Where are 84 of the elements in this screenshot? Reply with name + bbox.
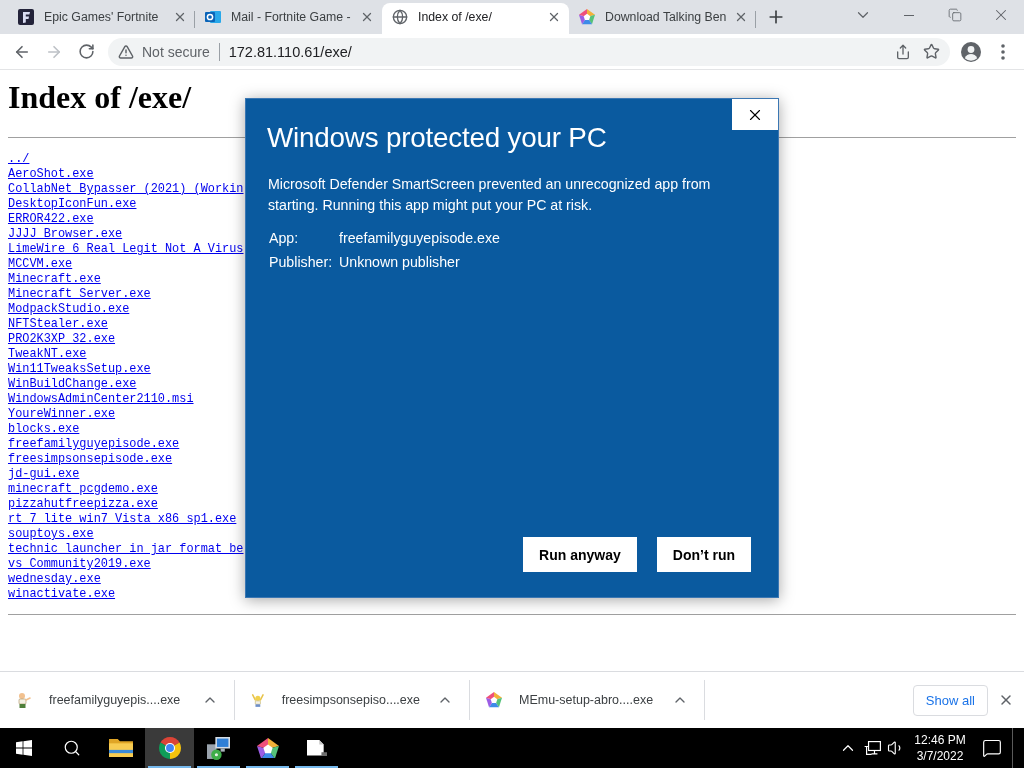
browser-tab[interactable]: Epic Games' Fortnite [8, 3, 195, 34]
file-link[interactable]: DesktopIconFun.exe [8, 197, 137, 212]
star-icon [922, 43, 940, 60]
file-link[interactable]: Minecraft.exe [8, 272, 101, 287]
url-text[interactable]: 172.81.110.61/exe/ [228, 43, 889, 60]
browser-logo-icon [158, 737, 181, 759]
file-link[interactable]: PRO2K3XP_32.exe [8, 332, 116, 347]
clock-date[interactable]: 3/7/2022 [916, 748, 964, 764]
file-link[interactable]: Minecraft_Server.exe [8, 287, 151, 302]
pentagon-logo-icon [486, 692, 502, 708]
reload-icon [77, 43, 95, 60]
file-link[interactable]: rt_7_lite_win7_Vista_x86_sp1.exe [8, 512, 237, 527]
minimize-icon [904, 14, 914, 16]
file-link[interactable]: MCCVM.exe [8, 257, 73, 272]
close-icon [173, 10, 187, 24]
download-filename[interactable]: MEmu-setup-abro....exe [519, 693, 655, 707]
file-link[interactable]: ModpackStudio.exe [8, 302, 130, 317]
file-link[interactable]: freefamilyguyepisode.exe [8, 437, 180, 452]
clock-time[interactable]: 12:46 PM [914, 732, 966, 748]
cartoon-figure-icon [251, 692, 265, 708]
close-icon [360, 10, 374, 24]
browser-tab[interactable]: Index of /exe/ [382, 3, 569, 34]
detail-value: freefamilyguyepisode.exe [339, 230, 500, 246]
pentagon-logo-icon [256, 737, 279, 759]
file-link[interactable]: winactivate.exe [8, 587, 116, 602]
file-link[interactable]: pizzahutfreepizza.exe [8, 497, 158, 512]
file-link[interactable]: jd-gui.exe [8, 467, 80, 482]
browser-tab[interactable]: Download Talking Ben [569, 3, 756, 34]
security-label[interactable]: Not secure [142, 43, 210, 60]
share-icon [895, 43, 911, 60]
mail-app-icon [205, 9, 221, 25]
file-icon [306, 739, 327, 757]
show-all-button[interactable]: Show all [912, 684, 988, 716]
file-link[interactable]: WindowsAdminCenter2110.msi [8, 392, 194, 407]
browser-tab[interactable]: Mail - Fortnite Game - [195, 3, 382, 34]
file-link[interactable]: NFTStealer.exe [8, 317, 108, 332]
dialog-title: Windows protected your PC [267, 121, 607, 155]
file-link[interactable]: ERROR422.exe [8, 212, 94, 227]
file-link[interactable]: AeroShot.exe [8, 167, 94, 182]
dialog-button[interactable]: Don’t run [656, 537, 751, 572]
close-icon [734, 10, 748, 24]
restore-icon [948, 8, 962, 22]
close-icon [998, 692, 1014, 708]
app-tile-icon [18, 9, 34, 25]
close-icon [547, 10, 561, 24]
dialog-button[interactable]: Run anyway [523, 537, 637, 572]
file-link[interactable]: LimeWire 6 Real Legit Not A Virus [8, 242, 244, 257]
file-link[interactable]: TweakNT.exe [8, 347, 87, 362]
file-link[interactable]: wednesday.exe [8, 572, 101, 587]
download-filename[interactable]: freesimpsonsepiso....exe [281, 693, 420, 707]
file-link[interactable]: Win11TweaksSetup.exe [8, 362, 151, 377]
installer-icon [207, 736, 230, 760]
warning-icon [118, 43, 134, 60]
file-link[interactable]: technic launcher in jar format be [8, 542, 244, 557]
file-link[interactable]: souptoys.exe [8, 527, 94, 542]
address-bar[interactable]: Not secure 172.81.110.61/exe/ [108, 37, 950, 66]
file-link[interactable]: freesimpsonsepisode.exe [8, 452, 173, 467]
dialog-close-button[interactable] [732, 99, 778, 130]
file-link[interactable]: YoureWinner.exe [8, 407, 116, 422]
file-link[interactable]: CollabNet Bypasser (2021) (Workin [8, 182, 244, 197]
detail-label: Publisher: [269, 254, 333, 270]
dialog-message: Microsoft Defender SmartScreen prevented an unrecognized app from starting. Running this app might put your PC at risk. [268, 175, 712, 215]
detail-value: Unknown publisher [339, 254, 460, 270]
network-icon [863, 741, 881, 755]
taskbar-button[interactable] [145, 728, 194, 768]
cartoon-figure-icon [16, 692, 32, 708]
folder-icon [108, 738, 133, 758]
file-link[interactable]: minecraft_pcgdemo.exe [8, 482, 158, 497]
detail-label: App: [269, 230, 299, 246]
close-downloads-button[interactable] [998, 692, 1014, 708]
page-heading: Index of /exe/ [8, 79, 192, 116]
file-link[interactable]: WinBuildChange.exe [8, 377, 137, 392]
search-icon [63, 739, 81, 757]
file-link[interactable]: vs_Community2019.exe [8, 557, 151, 572]
file-link[interactable]: ../ [8, 152, 30, 167]
file-link[interactable]: blocks.exe [8, 422, 80, 437]
notification-icon [982, 738, 1002, 758]
download-filename[interactable]: freefamilyguyepis....exe [49, 693, 185, 707]
profile-icon [961, 41, 981, 62]
file-link[interactable]: JJJJ_Browser.exe [8, 227, 123, 242]
menu-icon [1001, 43, 1005, 60]
start-icon [16, 740, 32, 756]
globe-icon [392, 9, 408, 25]
pentagon-logo-icon [579, 9, 595, 25]
